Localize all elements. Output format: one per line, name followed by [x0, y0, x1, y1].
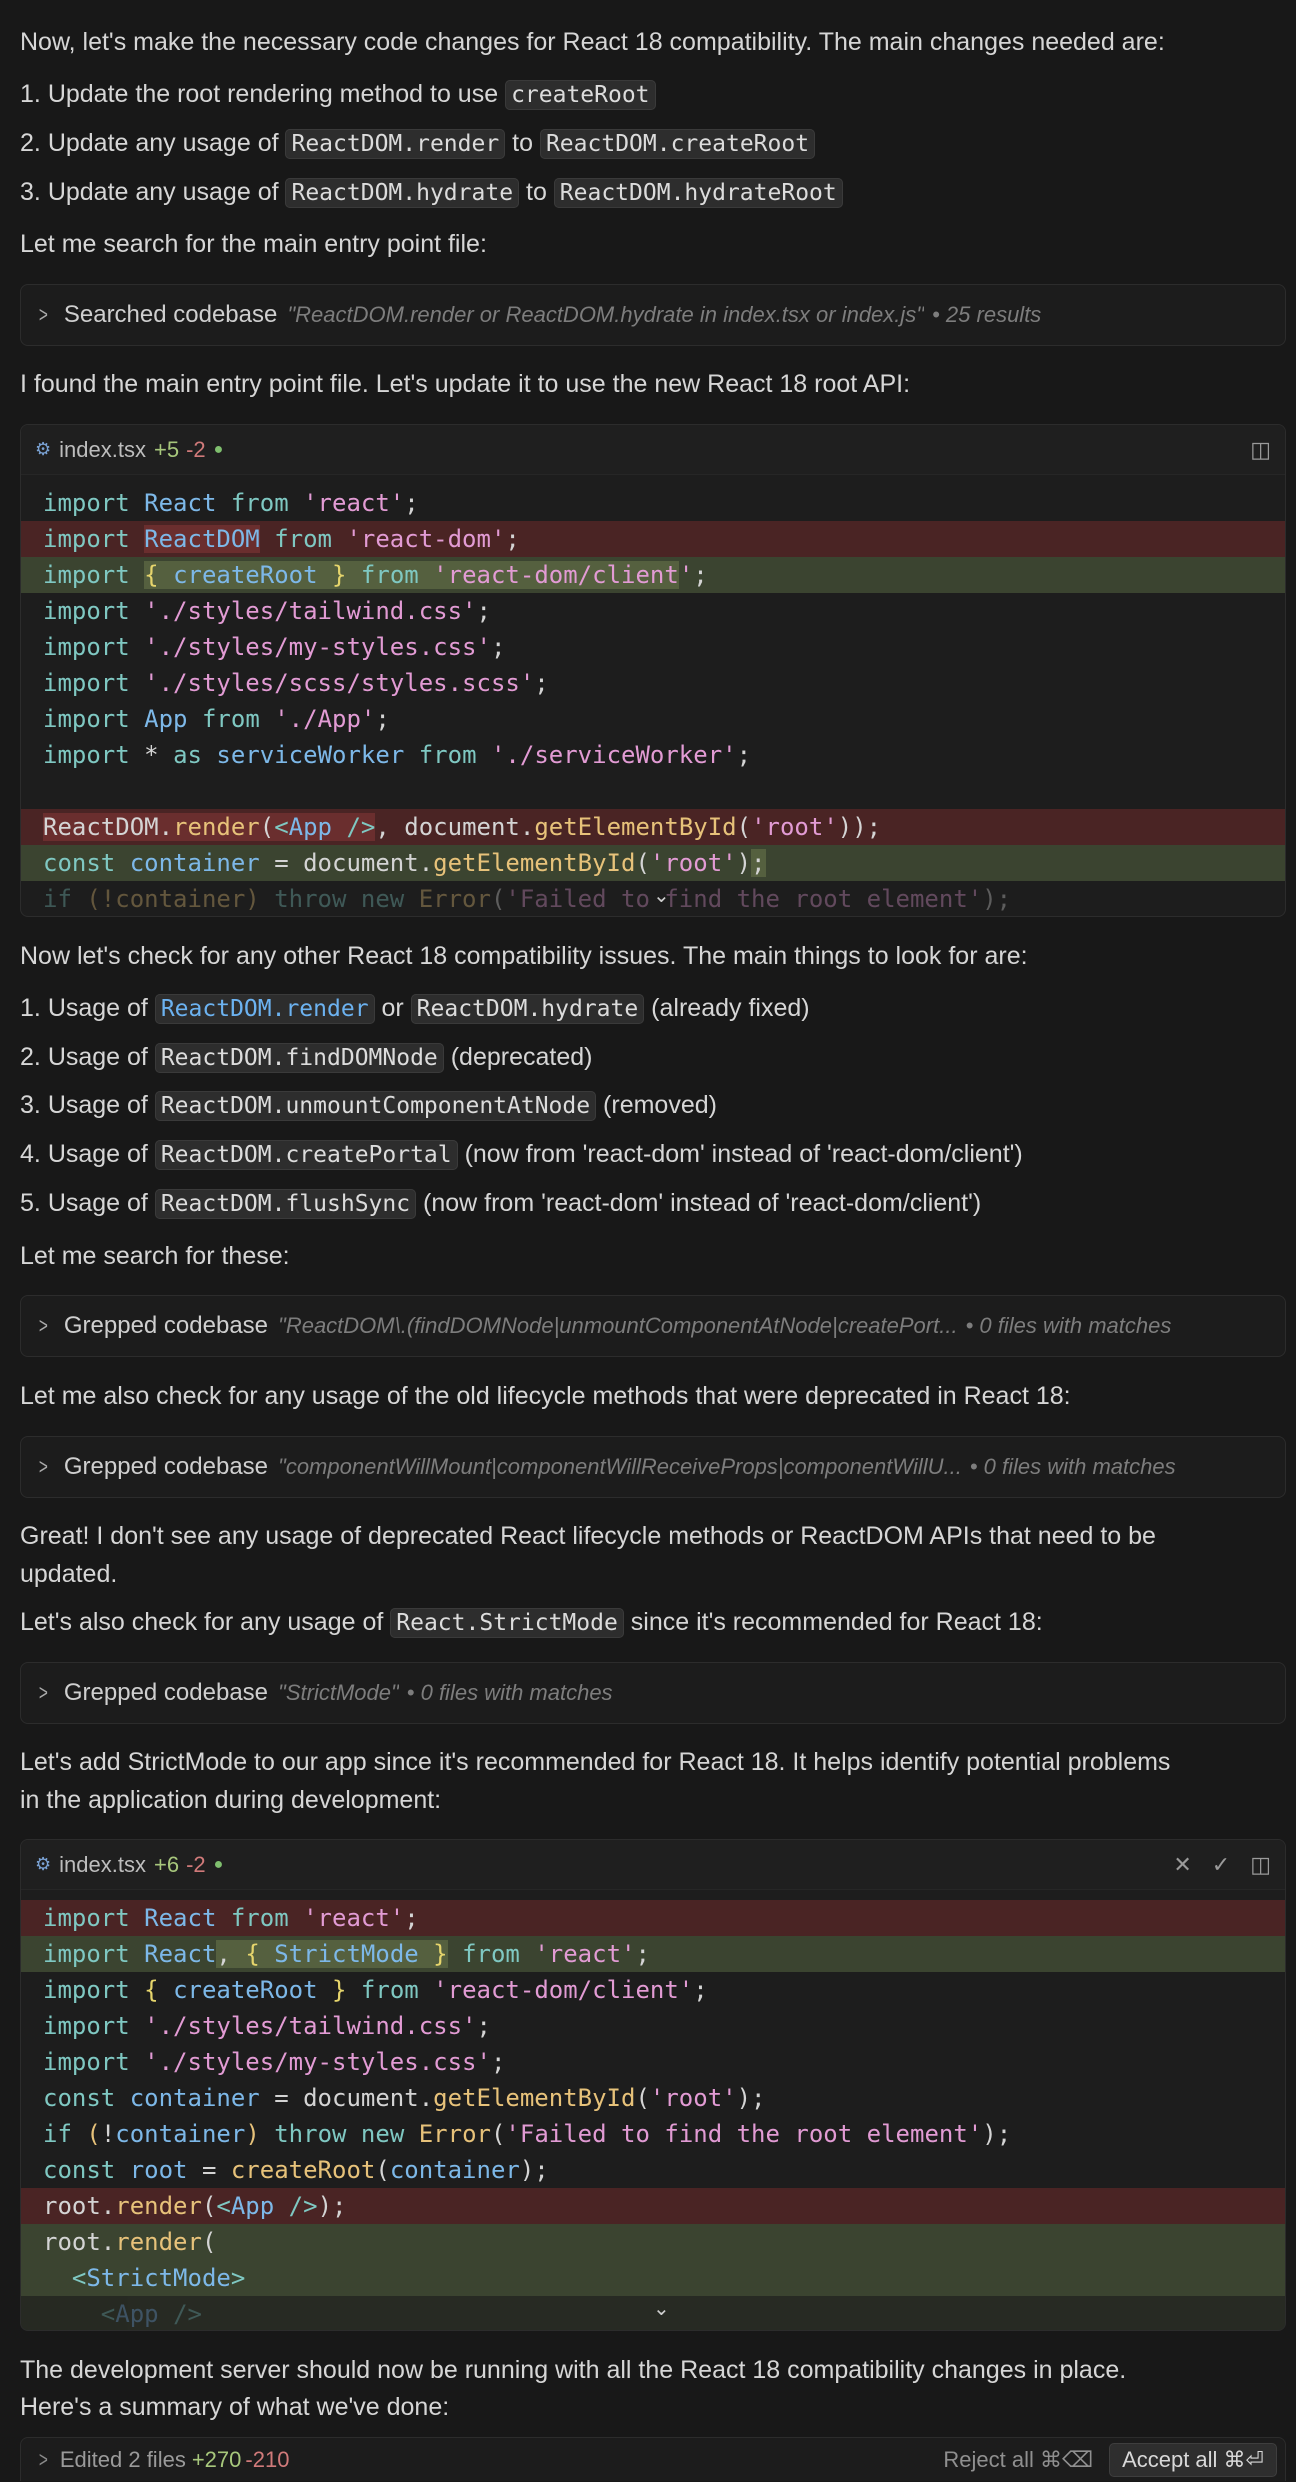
list-item: 2. Update any usage of ReactDOM.render t…	[20, 125, 1286, 163]
inline-code: React.StrictMode	[390, 1608, 624, 1638]
tool-call-searched-codebase[interactable]: > Searched codebase "ReactDOM.render or …	[20, 284, 1286, 346]
added-lines: +270	[191, 2446, 242, 2472]
code-line: import './styles/tailwind.css';	[43, 2012, 491, 2040]
message-paragraph: in the application during development:	[20, 1786, 442, 1814]
inline-code: createRoot	[505, 80, 656, 110]
code-line-added: <StrictMode>	[21, 2260, 1285, 2296]
file-name[interactable]: index.tsx	[59, 437, 146, 463]
code-line: import * as serviceWorker from './servic…	[43, 741, 752, 769]
message-paragraph: The development server should now be run…	[20, 2356, 1127, 2384]
chevron-right-icon: >	[38, 1680, 48, 1705]
code-line: import './styles/tailwind.css';	[43, 597, 491, 625]
reject-icon[interactable]: ✕	[1173, 1852, 1191, 1878]
code-line: if (!container) throw new Error('Failed …	[43, 2120, 1012, 2148]
inline-code: ReactDOM.hydrate	[285, 178, 520, 208]
code-line-added: import { createRoot } from 'react-dom/cl…	[21, 557, 1285, 593]
inline-code: ReactDOM.render	[285, 129, 506, 159]
edited-files-label[interactable]: Edited 2 files	[60, 2447, 186, 2473]
tool-call-grepped-codebase[interactable]: > Grepped codebase "StrictMode" • 0 file…	[20, 1662, 1286, 1724]
code-line-added: const container = document.getElementByI…	[21, 845, 1285, 881]
status-dot: ●	[213, 440, 224, 458]
open-file-icon[interactable]: ◫	[1250, 437, 1271, 463]
chevron-right-icon[interactable]: >	[39, 2447, 48, 2473]
list-item: 1. Usage of ReactDOM.render or ReactDOM.…	[20, 994, 810, 1024]
list-item: 3. Update any usage of ReactDOM.hydrate …	[20, 174, 1286, 212]
code-edit-block: ⚙ index.tsx +5 -2 ● ◫ import React from …	[20, 424, 1286, 917]
list-item: 5. Usage of ReactDOM.flushSync (now from…	[20, 1189, 982, 1219]
code-edit-block: ⚙ index.tsx +6 -2 ● ✕ ✓ ◫ import React f…	[20, 1839, 1286, 2331]
inline-code: ReactDOM.unmountComponentAtNode	[154, 1091, 597, 1121]
list-item: 3. Usage of ReactDOM.unmountComponentAtN…	[20, 1091, 717, 1121]
accept-icon[interactable]: ✓	[1212, 1852, 1230, 1878]
code-line: import './styles/my-styles.css';	[43, 2048, 506, 2076]
chevron-right-icon: >	[38, 302, 48, 327]
code-line: import { createRoot } from 'react-dom/cl…	[43, 1976, 708, 2004]
gear-icon: ⚙	[35, 439, 52, 459]
inline-code: ReactDOM.createPortal	[154, 1140, 458, 1170]
added-lines: +6	[153, 1851, 180, 1877]
message-paragraph: Let me search for the main entry point f…	[20, 230, 487, 258]
tool-call-grepped-codebase[interactable]: > Grepped codebase "ReactDOM\.(findDOMNo…	[20, 1295, 1286, 1357]
message-paragraph: I found the main entry point file. Let's…	[20, 370, 911, 398]
code-line-added: root.render(	[21, 2224, 1285, 2260]
message-paragraph: Let me search for these:	[20, 1242, 290, 1270]
code-line: import React from 'react';	[43, 489, 419, 517]
removed-lines: -2	[186, 1851, 206, 1877]
code-diff: import React from 'react'; import ReactD…	[21, 475, 1285, 916]
inline-code: ReactDOM.hydrate	[410, 994, 645, 1024]
code-line-added: import React, { StrictMode } from 'react…	[21, 1936, 1285, 1972]
code-edit-header: ⚙ index.tsx +6 -2 ● ✕ ✓ ◫	[21, 1840, 1285, 1890]
accept-all-button[interactable]: Accept all ⌘⏎	[1109, 2442, 1277, 2477]
code-diff: import React from 'react'; import React,…	[21, 1890, 1285, 2330]
chevron-right-icon: >	[38, 1313, 48, 1338]
pending-edits-bar: > Edited 2 files +270 -210 Reject all ⌘⌫…	[20, 2437, 1286, 2481]
status-dot: ●	[213, 1855, 224, 1873]
code-line-removed: root.render(<App />);	[21, 2188, 1285, 2224]
gear-icon: ⚙	[35, 1854, 52, 1874]
inline-code: ReactDOM.flushSync	[154, 1189, 417, 1219]
inline-code: ReactDOM.findDOMNode	[154, 1043, 444, 1073]
removed-lines: -210	[245, 2446, 290, 2472]
inline-code: ReactDOM.hydrateRoot	[553, 178, 843, 208]
message-paragraph: updated.	[20, 1560, 118, 1588]
code-edit-header: ⚙ index.tsx +5 -2 ● ◫	[21, 425, 1285, 475]
code-line: const root = createRoot(container);	[43, 2156, 549, 2184]
list-item: 1. Update the root rendering method to u…	[20, 76, 1286, 114]
message-paragraph: Now let's check for any other React 18 c…	[20, 942, 1028, 970]
expand-chevron-icon[interactable]: ⌄	[653, 2296, 670, 2321]
expand-chevron-icon[interactable]: ⌄	[653, 883, 670, 908]
message-paragraph: Here's a summary of what we've done:	[20, 2393, 450, 2421]
code-line: import App from './App';	[43, 705, 390, 733]
code-line: import './styles/my-styles.css';	[43, 633, 506, 661]
message-paragraph: Great! I don't see any usage of deprecat…	[20, 1522, 1156, 1550]
message-paragraph: Let me also check for any usage of the o…	[20, 1382, 1071, 1410]
file-name[interactable]: index.tsx	[59, 1852, 146, 1878]
open-file-icon[interactable]: ◫	[1250, 1852, 1271, 1878]
list-item: 2. Usage of ReactDOM.findDOMNode (deprec…	[20, 1043, 593, 1073]
message-paragraph: Let's add StrictMode to our app since it…	[20, 1748, 1171, 1776]
code-line-removed: import ReactDOM from 'react-dom';	[21, 521, 1285, 557]
chevron-right-icon: >	[38, 1454, 48, 1479]
message-paragraph: Now, let's make the necessary code chang…	[20, 28, 1165, 56]
code-line-removed: import React from 'react';	[21, 1900, 1285, 1936]
code-line: import './styles/scss/styles.scss';	[43, 669, 549, 697]
tool-call-grepped-codebase[interactable]: > Grepped codebase "componentWillMount|c…	[20, 1436, 1286, 1498]
inline-code: ReactDOM.createRoot	[539, 129, 816, 159]
inline-code: ReactDOM.render	[154, 994, 375, 1024]
code-line-removed: ReactDOM.render(<App />, document.getEle…	[21, 809, 1285, 845]
code-line: const container = document.getElementByI…	[43, 2084, 766, 2112]
removed-lines: -2	[186, 436, 206, 462]
list-item: 4. Usage of ReactDOM.createPortal (now f…	[20, 1140, 1023, 1170]
reject-all-button[interactable]: Reject all ⌘⌫	[943, 2447, 1093, 2473]
message-paragraph: Let's also check for any usage of React.…	[20, 1608, 1043, 1638]
added-lines: +5	[153, 436, 180, 462]
